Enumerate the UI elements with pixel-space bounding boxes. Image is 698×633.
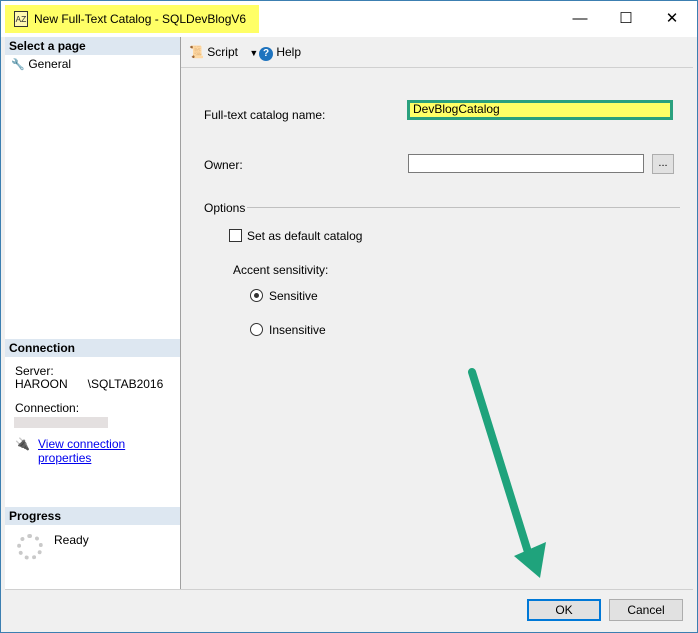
script-icon: 📜 bbox=[189, 45, 204, 59]
chevron-down-icon: ▼ bbox=[249, 48, 259, 58]
server-label: Server: bbox=[15, 364, 54, 378]
default-catalog-checkbox[interactable] bbox=[229, 229, 242, 242]
script-button[interactable]: 📜 Script ▼ bbox=[189, 45, 258, 59]
connection-label: Connection: bbox=[15, 401, 80, 415]
sensitive-radio[interactable] bbox=[250, 289, 263, 302]
main-panel: 📜 Script ▼ ? Help Full-text catalog name… bbox=[181, 37, 693, 589]
button-bar: OK Cancel bbox=[5, 589, 693, 628]
options-divider bbox=[247, 207, 680, 208]
wrench-icon: 🔧 bbox=[11, 59, 25, 71]
owner-input[interactable] bbox=[408, 154, 644, 173]
ok-button[interactable]: OK bbox=[527, 599, 601, 621]
progress-spinner-icon bbox=[17, 534, 43, 560]
sidebar-item-general[interactable]: 🔧 General bbox=[11, 56, 71, 72]
sidebar-item-label: General bbox=[28, 57, 72, 71]
window-title: New Full-Text Catalog - SQLDevBlogV6 bbox=[34, 12, 247, 26]
dialog-window: AZ New Full-Text Catalog - SQLDevBlogV6 … bbox=[0, 0, 698, 633]
view-connection-properties-link[interactable]: View connection properties bbox=[38, 437, 180, 465]
close-button[interactable]: ✕ bbox=[649, 1, 695, 37]
sidebar: Select a page 🔧 General Connection Serve… bbox=[5, 37, 181, 589]
radio-selected-dot bbox=[254, 293, 259, 298]
owner-browse-button[interactable]: ... bbox=[652, 154, 674, 174]
progress-header: Progress bbox=[5, 507, 180, 525]
insensitive-label: Insensitive bbox=[269, 323, 326, 337]
catalog-name-input[interactable]: DevBlogCatalog bbox=[407, 100, 673, 120]
script-label: Script bbox=[207, 45, 238, 59]
title-bar: AZ New Full-Text Catalog - SQLDevBlogV6 … bbox=[1, 1, 697, 37]
help-label: Help bbox=[276, 45, 302, 59]
sensitive-label: Sensitive bbox=[269, 289, 318, 303]
maximize-button[interactable]: ☐ bbox=[603, 1, 649, 37]
cancel-button[interactable]: Cancel bbox=[609, 599, 683, 621]
accent-sensitivity-label: Accent sensitivity: bbox=[233, 263, 329, 277]
select-page-header: Select a page bbox=[5, 37, 180, 55]
help-icon: ? bbox=[259, 47, 273, 61]
full-text-catalog-icon: AZ bbox=[14, 11, 28, 27]
toolbar: 📜 Script ▼ ? Help bbox=[181, 37, 693, 68]
progress-status: Ready bbox=[54, 533, 89, 547]
connection-value-redacted bbox=[14, 417, 108, 428]
owner-label: Owner: bbox=[204, 158, 243, 172]
insensitive-radio[interactable] bbox=[250, 323, 263, 336]
options-label: Options bbox=[204, 201, 246, 215]
connection-header: Connection bbox=[5, 339, 180, 357]
minimize-button[interactable]: — bbox=[557, 1, 603, 37]
server-value: HAROON \SQLTAB2016 bbox=[15, 377, 164, 391]
default-catalog-label: Set as default catalog bbox=[247, 229, 363, 243]
help-button[interactable]: ? Help bbox=[259, 45, 301, 61]
plug-icon: 🔌 bbox=[15, 437, 30, 451]
catalog-name-label: Full-text catalog name: bbox=[204, 108, 326, 122]
